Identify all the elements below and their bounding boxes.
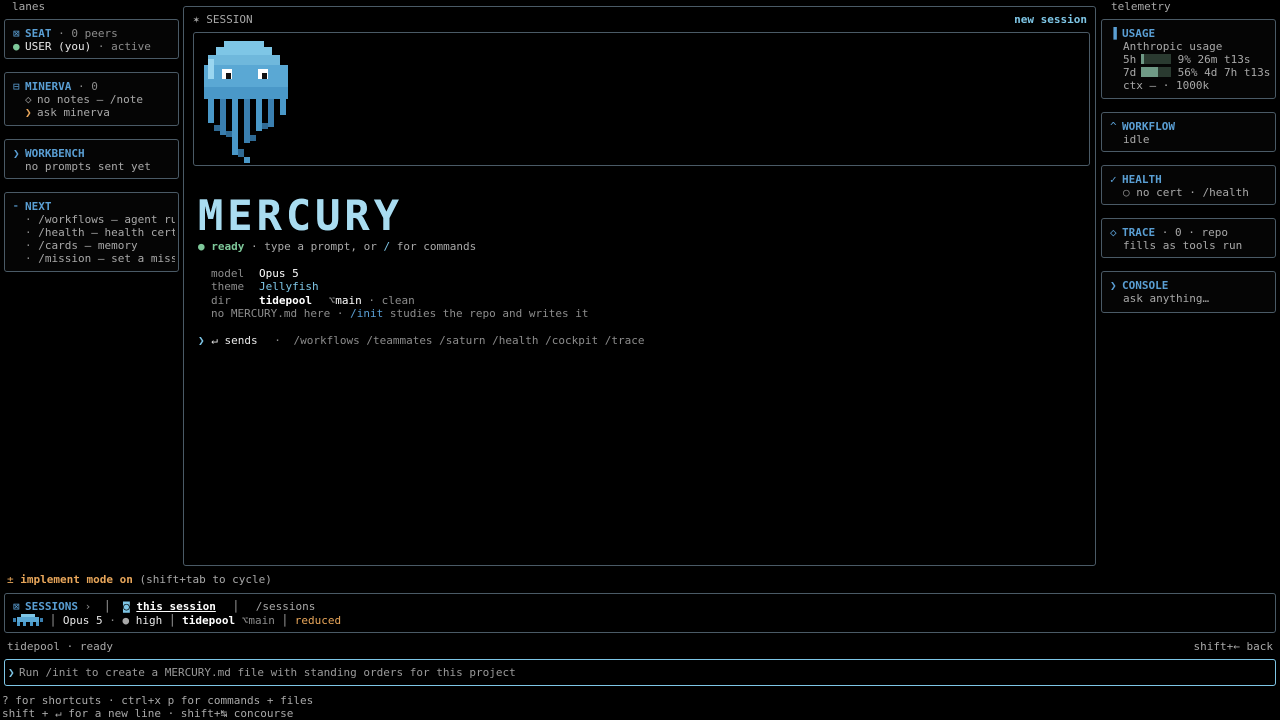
mode-indicator[interactable]: ± implement mode on (shift+tab to cycle) — [7, 573, 272, 586]
new-session-button[interactable]: new session — [1014, 13, 1087, 26]
theme-value: Jellyfish — [259, 280, 319, 294]
jellyfish-logo-icon — [204, 41, 288, 163]
telemetry-label: telemetry — [1111, 0, 1171, 13]
command-shortcuts[interactable]: /workflows /teammates /saturn /health /c… — [293, 334, 644, 347]
mercury-wordmark: MERCURY — [198, 191, 404, 240]
sends-label: ↵ sends — [211, 334, 258, 347]
branch-value: main — [335, 293, 362, 307]
usage-bar-icon: ▐ — [1110, 27, 1117, 40]
online-dot-icon: ● — [13, 40, 20, 53]
session-label: SESSION — [206, 13, 253, 26]
console-panel[interactable]: ❯ CONSOLE ask anything… — [1101, 271, 1276, 313]
cert-circle-icon: ○ — [1123, 186, 1130, 199]
minerva-panel[interactable]: ⊟ MINERVA · 0 ◇ no notes — /note ❯ ask mine… — [4, 72, 179, 126]
usage-5h-bar — [1141, 54, 1151, 64]
effort-dot-icon: ● — [122, 614, 130, 627]
usage-7d-bar — [1151, 67, 1161, 77]
session-info: model Opus 5 theme Jellyfish dir tidepool ⌥… — [211, 267, 589, 320]
prompt-input-box[interactable]: ❯ — [4, 659, 1276, 686]
minerva-title: MINERVA — [25, 80, 72, 93]
seat-status: · active — [97, 40, 151, 53]
usage-panel[interactable]: ▐ USAGE Anthropic usage 5h 9% 26m t13s 7d… — [1101, 19, 1276, 99]
next-item[interactable]: · /mission — set a miss… — [25, 252, 175, 265]
footer-newline-hint: shift + ↵ for a new line · shift+↹ conco… — [2, 707, 294, 720]
next-arrow-icon: ⁃ — [13, 200, 19, 213]
sends-chevron-icon: ❯ — [198, 334, 205, 347]
trace-panel[interactable]: ◇ TRACE · 0 · repo fills as tools run — [1101, 218, 1276, 258]
workflow-panel[interactable]: ^ WORKFLOW idle — [1101, 112, 1276, 152]
next-item[interactable]: · /workflows — agent ru… — [25, 213, 175, 226]
init-command-link[interactable]: /init — [350, 307, 383, 320]
this-session-icon: ◙ — [123, 600, 130, 613]
sparkle-icon: ✶ — [193, 13, 200, 26]
workbench-empty: no prompts sent yet — [25, 160, 151, 173]
workflow-caret-icon: ^ — [1110, 120, 1117, 133]
lanes-label: lanes — [12, 0, 46, 13]
ready-status: ready — [211, 240, 245, 253]
prompt-chevron-icon: ❯ — [25, 106, 32, 119]
next-item[interactable]: · /health — health cert — [25, 226, 175, 239]
seat-meta: · 0 peers — [58, 27, 118, 40]
seat-icon: ⊠ — [13, 27, 20, 40]
sessions-bar: ⊠ SESSIONS › │ ◙ this session │ /sessions… — [4, 593, 1276, 633]
dir-value: tidepool — [259, 293, 312, 307]
seat-panel[interactable]: ⊠ SEAT · 0 peers ● USER (you) · active — [4, 19, 179, 59]
workbench-panel[interactable]: ❯ WORKBENCH no prompts sent yet — [4, 139, 179, 179]
ready-dot-icon: ● — [198, 240, 205, 253]
footer-shortcuts: ? for shortcuts · ctrl+x p for commands … — [2, 694, 314, 707]
this-session-tab[interactable]: this session — [136, 600, 215, 613]
minerva-icon: ⊟ — [13, 80, 20, 93]
implement-mode-icon: ± — [7, 573, 14, 586]
minerva-meta: · 0 — [77, 80, 98, 93]
health-panel[interactable]: ✓ HEALTH ○ no cert · /health — [1101, 165, 1276, 205]
model-value: Opus 5 — [259, 267, 299, 280]
hero-panel — [193, 32, 1090, 166]
input-chevron-icon: ❯ — [8, 666, 15, 679]
ask-minerva-link[interactable]: ask minerva — [37, 106, 110, 119]
console-chevron-icon: ❯ — [1110, 279, 1117, 292]
trace-diamond-icon: ◇ — [1110, 226, 1117, 239]
usage-5h-row: 5h 9% 26m t13s — [1123, 53, 1251, 66]
mini-jellyfish-icon — [13, 614, 43, 626]
prompt-input[interactable] — [19, 664, 1259, 681]
usage-7d-row: 7d 56% 4d 7h t13s — [1123, 66, 1271, 79]
all-sessions-tab[interactable]: /sessions — [256, 600, 316, 613]
usage-title: USAGE — [1122, 27, 1156, 40]
health-check-icon: ✓ — [1110, 173, 1117, 186]
note-diamond-icon: ◇ — [25, 93, 32, 106]
minerva-notes: no notes — /note — [37, 93, 143, 106]
next-panel[interactable]: ⁃ NEXT · /workflows — agent ru… · /health… — [4, 192, 179, 272]
next-item[interactable]: · /cards — memory — [25, 239, 175, 252]
back-shortcut[interactable]: shift+← back — [1194, 640, 1273, 653]
workbench-title: WORKBENCH — [25, 147, 85, 160]
next-title: NEXT — [25, 200, 52, 213]
seat-user: USER (you) — [25, 40, 92, 53]
workbench-chevron-icon: ❯ — [13, 147, 20, 160]
seat-title: SEAT — [25, 27, 52, 40]
status-left: tidepool · ready — [7, 640, 113, 653]
sessions-icon: ⊠ — [13, 600, 20, 613]
